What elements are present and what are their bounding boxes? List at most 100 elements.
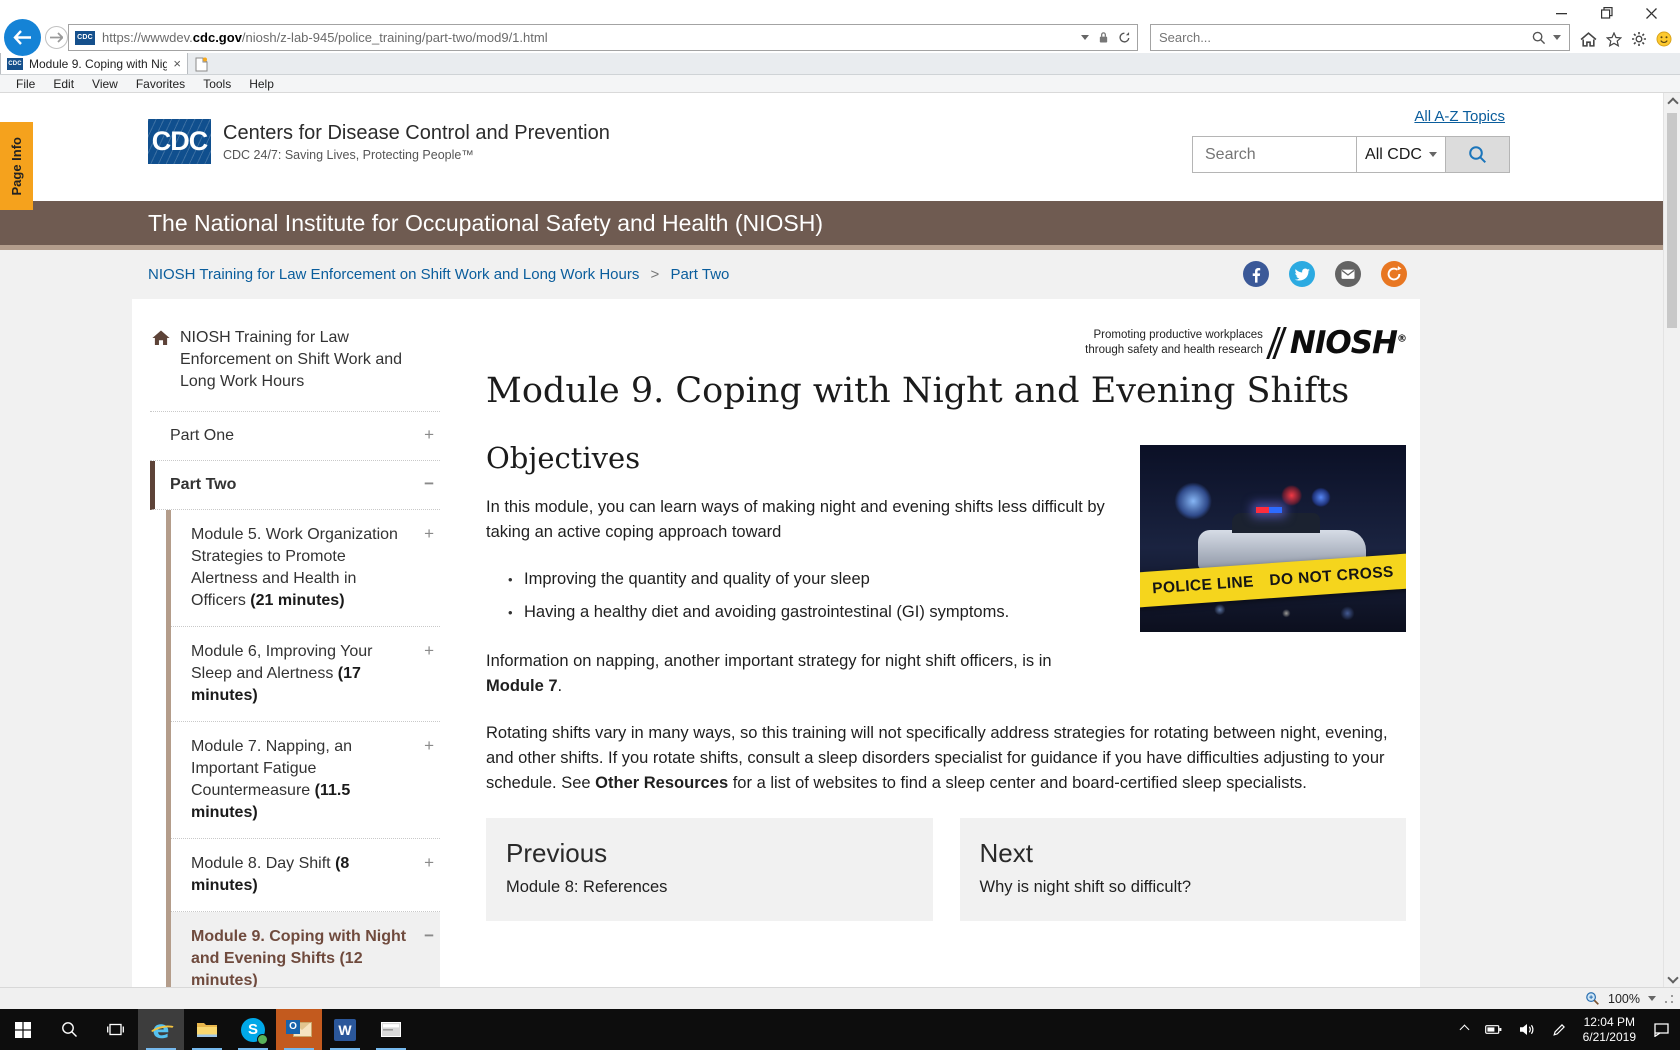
page-info-tab[interactable]: Page Info [0,122,33,210]
nav-module-6[interactable]: Module 6, Improving Your Sleep and Alert… [171,627,440,722]
feedback-smiley-icon[interactable] [1656,31,1672,47]
previous-page-button[interactable]: Previous Module 8: References [486,818,933,921]
page-info-label: Page Info [9,136,24,196]
settings-gear-icon[interactable] [1631,31,1647,47]
part-two-modules: Module 5. Work Organization Strategies t… [166,510,440,987]
az-topics-link[interactable]: All A-Z Topics [1414,108,1505,125]
next-page-button[interactable]: Next Why is night shift so difficult? [959,818,1406,921]
scrollbar-thumb[interactable] [1667,113,1677,328]
close-button[interactable] [1629,2,1674,24]
word-taskbar-icon[interactable]: W [322,1009,368,1050]
niosh-logo-slashes [1266,327,1287,359]
nav-module-7[interactable]: Module 7. Napping, an Important Fatigue … [171,722,440,839]
nav-part-two[interactable]: Part Two − [150,461,440,510]
previous-label: Previous [506,838,608,868]
objective-item-diet: Having a healthy diet and avoiding gastr… [508,600,1406,625]
syndicate-glyph [1387,265,1402,281]
nav-part-one[interactable]: Part One + [150,412,440,461]
niosh-banner: The National Institute for Occupational … [0,201,1680,245]
tab-title: Module 9. Coping with Nig... [29,56,168,71]
nav-module-8[interactable]: Module 8. Day Shift (8 minutes) + [171,839,440,912]
taskbar: e S O W 12:04 PM 6/21/2019 [0,1009,1680,1050]
zoom-level[interactable]: 100% [1608,992,1640,1006]
minimize-button[interactable] [1539,2,1584,24]
nav-part-one-label: Part One [170,427,235,444]
niosh-logo: Promoting productive workplaces through … [486,325,1407,361]
outlook-taskbar-icon[interactable]: O [276,1009,322,1050]
refresh-icon[interactable] [1118,31,1131,44]
breadcrumb-link-training[interactable]: NIOSH Training for Law Enforcement on Sh… [148,266,639,283]
nav-module-5[interactable]: Module 5. Work Organization Strategies t… [171,510,440,627]
expand-plus-icon[interactable]: + [424,735,434,757]
forward-button[interactable] [45,26,68,49]
collapse-minus-icon[interactable]: − [424,474,434,494]
taskbar-clock[interactable]: 12:04 PM 6/21/2019 [1583,1015,1636,1045]
cdc-logo[interactable]: CDC Centers for Disease Control and Prev… [148,119,610,164]
facebook-icon[interactable] [1243,261,1269,287]
pen-input-icon[interactable] [1552,1023,1566,1037]
scroll-down-arrow[interactable] [1664,969,1680,986]
favorites-star-icon[interactable] [1606,31,1622,47]
menu-help[interactable]: Help [241,76,282,92]
browser-search-input[interactable] [1159,30,1532,45]
twitter-icon[interactable] [1289,261,1315,287]
internet-explorer-taskbar-icon[interactable]: e [138,1009,184,1050]
taskbar-search-button[interactable] [46,1009,92,1050]
zoom-magnifier-icon[interactable] [1585,991,1600,1006]
expand-plus-icon[interactable]: + [424,523,434,545]
volume-icon[interactable] [1519,1023,1535,1036]
tab-close-button[interactable]: × [173,57,181,70]
menu-tools[interactable]: Tools [195,76,239,92]
tray-overflow-chevron-icon[interactable] [1459,1024,1470,1035]
browser-search-box[interactable] [1150,24,1570,51]
new-tab-icon [195,57,207,71]
syndicate-icon[interactable] [1381,261,1407,287]
module-8-label: Module 8. Day Shift [191,855,336,872]
content-card: NIOSH Training for Law Enforcement on Sh… [132,299,1420,987]
new-tab-button[interactable] [188,54,214,74]
action-center-icon[interactable] [1653,1022,1670,1037]
collapse-minus-icon[interactable]: − [424,925,434,947]
search-provider-dropdown-icon[interactable] [1553,35,1561,40]
battery-icon[interactable] [1484,1024,1502,1035]
address-bar[interactable]: CDC https://wwwdev.cdc.gov/niosh/z-lab-9… [68,24,1138,51]
app-window-taskbar-icon[interactable] [368,1009,414,1050]
zoom-dropdown-icon[interactable] [1648,996,1656,1001]
back-button[interactable] [4,19,41,56]
email-icon[interactable] [1335,261,1361,287]
task-view-button[interactable] [92,1009,138,1050]
home-icon[interactable] [1580,31,1597,47]
autocomplete-dropdown-icon[interactable] [1081,35,1089,40]
cdc-logo-title: Centers for Disease Control and Preventi… [223,121,610,144]
site-search-input[interactable] [1192,136,1356,173]
next-label: Next [979,838,1033,868]
start-button[interactable] [0,1009,46,1050]
active-tab[interactable]: CDC Module 9. Coping with Nig... × [0,52,188,74]
menu-edit[interactable]: Edit [45,76,82,92]
niosh-wordmark: NIOSH® [1289,325,1407,361]
expand-plus-icon[interactable]: + [424,640,434,662]
expand-plus-icon[interactable]: + [424,425,434,445]
expand-plus-icon[interactable]: + [424,852,434,874]
nav-module-9-active[interactable]: Module 9. Coping with Night and Evening … [171,912,440,987]
page-scrollbar[interactable] [1663,93,1680,987]
breadcrumb-link-part-two[interactable]: Part Two [670,266,729,283]
menu-favorites[interactable]: Favorites [128,76,193,92]
social-share-icons [1243,261,1407,287]
restore-button[interactable] [1584,2,1629,24]
objective-item-sleep: Improving the quantity and quality of yo… [508,567,1406,592]
browser-chrome: CDC https://wwwdev.cdc.gov/niosh/z-lab-9… [0,0,1680,56]
windows-logo-icon [15,1021,31,1038]
search-icon[interactable] [1532,31,1546,45]
menu-file[interactable]: File [8,76,43,92]
menu-bar: File Edit View Favorites Tools Help [0,75,1680,93]
nav-home-item[interactable]: NIOSH Training for Law Enforcement on Sh… [150,325,440,412]
skype-taskbar-icon[interactable]: S [230,1009,276,1050]
cdc-logo-box: CDC [148,119,211,164]
file-explorer-taskbar-icon[interactable] [184,1009,230,1050]
search-scope-dropdown[interactable]: All CDC [1356,136,1446,173]
menu-view[interactable]: View [84,76,126,92]
scroll-up-arrow[interactable] [1664,94,1680,111]
window-icon [381,1022,401,1037]
search-submit-button[interactable] [1446,136,1510,173]
